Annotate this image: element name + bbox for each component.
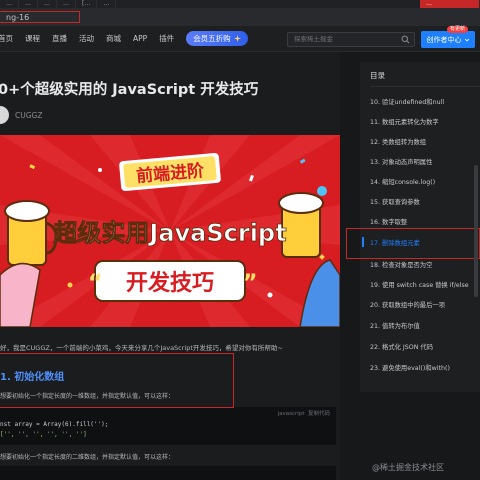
nav-item-live[interactable]: 直播 [52,33,67,44]
watermark: @稀土掘金技术社区 [372,463,444,472]
toc-item[interactable]: 18. 检查对象是否为空 [370,260,432,269]
browser-tab[interactable]: … [19,0,38,8]
avatar[interactable] [0,106,9,124]
article-main: 0+个超级实用的 JavaScript 开发技巧 CUGGZ 前端进阶 超级实用… [0,52,340,480]
search-icon[interactable] [401,35,410,44]
code-block: javascript 复制代码 nst array = Array(6).fil… [0,407,336,445]
paragraph: 想要初始化一个指定长度的二维数组，并指定默认值，可以这样： [0,454,175,461]
toc-item[interactable]: 23. 避免使用eval()和with() [370,363,450,372]
annotation-box-toc [346,228,480,259]
browser-tab[interactable]: [… [76,0,98,8]
nav-item-plugins[interactable]: 插件 [159,33,174,44]
browser-tab[interactable]: … [38,0,57,8]
browser-tab[interactable]: … [57,0,76,8]
nav-item-shop[interactable]: 商城 [106,33,121,44]
cover-illustration: 前端进阶 超级实用JavaScript “ 开发技巧 ” [0,135,340,327]
article-title: 0+个超级实用的 JavaScript 开发技巧 [0,82,259,98]
divider [370,86,480,87]
browser-tab[interactable]: … [97,0,117,8]
toc-item[interactable]: 14. 缩短console.log() [370,177,435,186]
code-line: ['', '', '', '', '', ''] [0,431,87,438]
copy-code-button[interactable]: 复制代码 [308,411,330,417]
browser-tab[interactable]: … [0,0,19,8]
vip-promo-label: 会员五折购 [193,34,231,43]
browser-tab-active[interactable]: … [420,0,480,8]
code-language: javascript [277,411,305,417]
code-line: nst array = Array(6).fill(''); [0,421,109,428]
nav-item-app[interactable]: APP [133,34,147,43]
nav-item-home[interactable]: 首页 [0,33,13,44]
main-nav: 首页 课程 直播 活动 商城 APP 插件 会员五折购 [0,31,248,46]
toc-item[interactable]: 15. 获取查询参数 [370,197,420,206]
nav-item-events[interactable]: 活动 [79,33,94,44]
author-info: CUGGZ [0,105,43,125]
svg-text:”: ” [243,271,257,296]
creator-center-label: 创作者中心 [426,35,462,44]
update-badge: 有更新 [447,26,469,33]
url-field[interactable]: ng-16 [0,11,80,23]
cover-middle-text: 超级实用JavaScript [53,219,286,247]
page: … … … … [… … … ng-16 首页 课程 直播 活动 商城 APP … [0,0,480,480]
chevron-down-icon [464,38,469,41]
toc-item[interactable]: 19. 使用 switch case 替换 if/else [370,280,469,289]
annotation-box-heading [0,353,234,408]
search-placeholder: 探索稀土掘金 [294,35,333,43]
cover-bottom-text: 开发技巧 [126,270,214,296]
toc-item[interactable]: 10. 验证undefined和null [370,97,444,106]
toc-item[interactable]: 22. 格式化 JSON 代码 [370,342,433,351]
toc-item[interactable]: 20. 获取数组中的最后一项 [370,300,445,309]
toc-item[interactable]: 11. 数组元素转化为数字 [370,117,439,126]
toc-item[interactable]: 21. 值转为布尔值 [370,321,420,330]
sparkle-icon [233,35,241,42]
search-input[interactable]: 探索稀土掘金 [287,32,415,47]
browser-tab-bar: … … … … [… … … [0,0,480,8]
toc-item[interactable]: 16. 数字取整 [370,217,407,226]
vip-promo-button[interactable]: 会员五折购 [186,31,248,46]
intro-paragraph: 好，我是CUGGZ，一个前端的小菜鸡，今天来分享几个JavaScript开发技巧… [0,344,283,352]
author-name[interactable]: CUGGZ [15,111,43,120]
scrollbar-thumb[interactable] [474,165,478,297]
address-bar: ng-16 [0,8,480,26]
site-header: 首页 课程 直播 活动 商城 APP 插件 会员五折购 探索稀土掘金 创作者中心… [0,26,480,52]
toc-title: 目录 [370,71,385,80]
toc-item[interactable]: 12. 类数组转为数组 [370,137,426,146]
code-block [0,466,336,480]
article-cover-image: 前端进阶 超级实用JavaScript “ 开发技巧 ” [0,135,340,327]
svg-text:“: “ [88,271,102,296]
code-meta: javascript 复制代码 [278,409,330,417]
creator-center-button[interactable]: 创作者中心 [421,31,475,48]
nav-item-courses[interactable]: 课程 [25,33,40,44]
toc-panel: 目录 10. 验证undefined和null 11. 数组元素转化为数字 12… [360,62,480,392]
toc-item[interactable]: 13. 对象动态声明属性 [370,157,432,166]
